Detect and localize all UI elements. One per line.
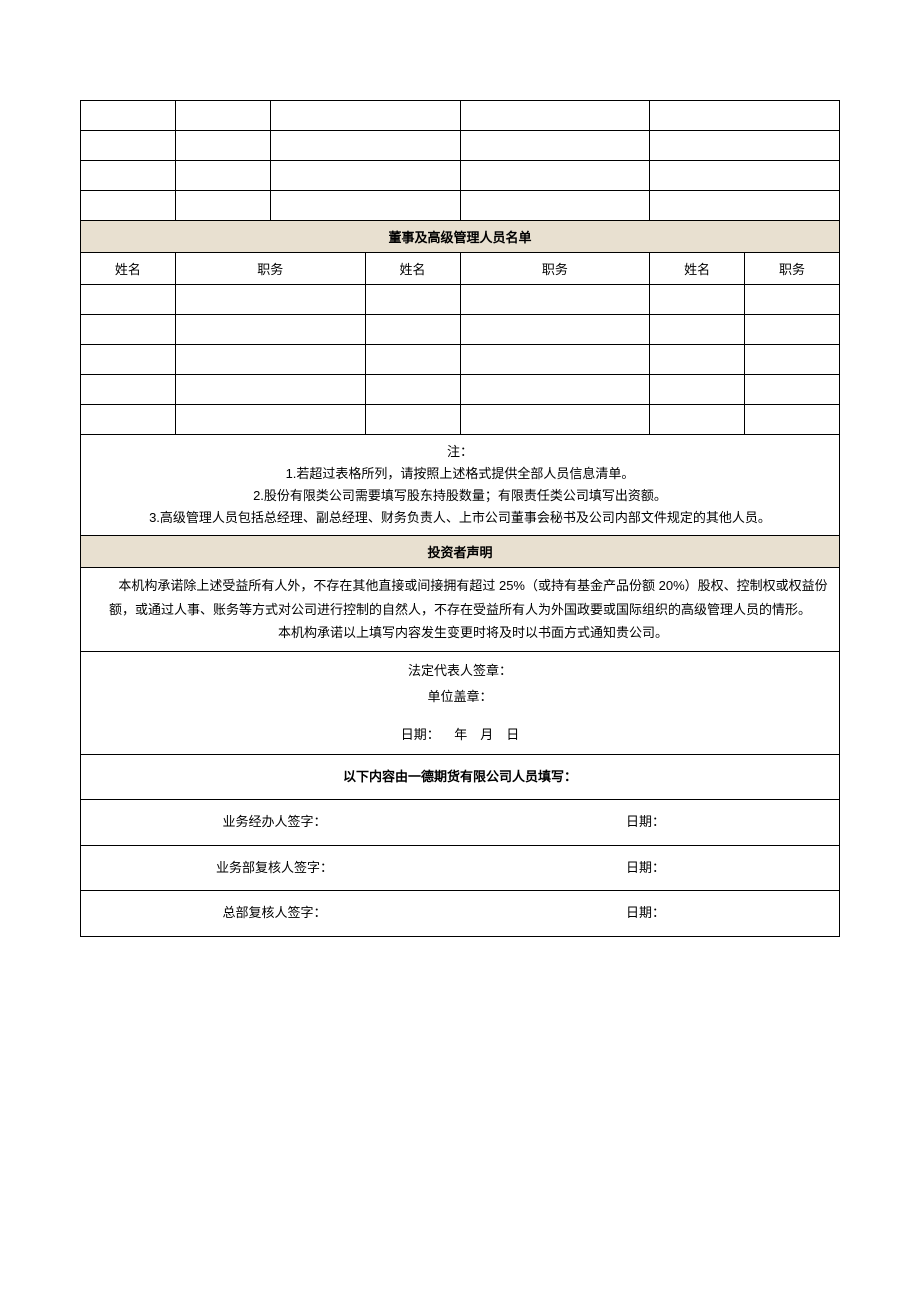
directors-title: 董事及高级管理人员名单 bbox=[81, 221, 840, 253]
directors-section-header: 董事及高级管理人员名单 bbox=[81, 221, 840, 253]
declaration-title: 投资者声明 bbox=[81, 536, 840, 568]
footer-hq-date: 日期： bbox=[460, 897, 831, 930]
blank-row-2 bbox=[81, 131, 840, 161]
blank-row-1 bbox=[81, 101, 840, 131]
declaration-section-header: 投资者声明 bbox=[81, 536, 840, 568]
footer-handler-label: 业务经办人签字： bbox=[89, 806, 460, 839]
footer-heading-row: 以下内容由一德期货有限公司人员填写： bbox=[81, 754, 840, 800]
notes-n1: 1.若超过表格所列，请按照上述格式提供全部人员信息清单。 bbox=[89, 463, 831, 485]
signature-row-2: 日期： 年 月 日 bbox=[81, 716, 840, 755]
footer-dept-row: 业务部复核人签字： 日期： bbox=[81, 845, 840, 891]
declaration-p1: 本机构承诺除上述受益所有人外，不存在其他直接或间接拥有超过 25%（或持有基金产… bbox=[89, 574, 831, 621]
directors-header-row: 姓名 职务 姓名 职务 姓名 职务 bbox=[81, 253, 840, 285]
blank-row-4 bbox=[81, 191, 840, 221]
declaration-p2: 本机构承诺以上填写内容发生变更时将及时以书面方式通知贵公司。 bbox=[89, 621, 831, 644]
dir-header-pos-1: 职务 bbox=[175, 253, 365, 285]
dir-header-name-2: 姓名 bbox=[365, 253, 460, 285]
legal-rep-sign: 法定代表人签章： bbox=[89, 658, 831, 684]
footer-hq-row: 总部复核人签字： 日期： bbox=[81, 891, 840, 937]
signature-row-1: 法定代表人签章： 单位盖章： bbox=[81, 651, 840, 716]
footer-handler-date: 日期： bbox=[460, 806, 831, 839]
notes-label: 注： bbox=[89, 441, 831, 463]
dir-row-1 bbox=[81, 285, 840, 315]
notes-n3: 3.高级管理人员包括总经理、副总经理、财务负责人、上市公司董事会秘书及公司内部文… bbox=[89, 507, 831, 529]
dir-row-5 bbox=[81, 405, 840, 435]
seal-sign: 单位盖章： bbox=[89, 684, 831, 710]
footer-handler-row: 业务经办人签字： 日期： bbox=[81, 800, 840, 846]
dir-header-pos-3: 职务 bbox=[745, 253, 840, 285]
dir-header-pos-2: 职务 bbox=[460, 253, 650, 285]
notes-n2: 2.股份有限类公司需要填写股东持股数量；有限责任类公司填写出资额。 bbox=[89, 485, 831, 507]
footer-heading: 以下内容由一德期货有限公司人员填写： bbox=[81, 754, 840, 800]
footer-hq-label: 总部复核人签字： bbox=[89, 897, 460, 930]
footer-dept-date: 日期： bbox=[460, 852, 831, 885]
dir-header-name-1: 姓名 bbox=[81, 253, 176, 285]
dir-row-3 bbox=[81, 345, 840, 375]
blank-row-3 bbox=[81, 161, 840, 191]
dir-row-4 bbox=[81, 375, 840, 405]
dir-row-2 bbox=[81, 315, 840, 345]
footer-dept-label: 业务部复核人签字： bbox=[89, 852, 460, 885]
date-label: 日期： bbox=[401, 727, 440, 742]
notes-row: 注： 1.若超过表格所列，请按照上述格式提供全部人员信息清单。 2.股份有限类公… bbox=[81, 435, 840, 536]
date-value: 年 月 日 bbox=[454, 727, 519, 742]
dir-header-name-3: 姓名 bbox=[650, 253, 745, 285]
form-table: 董事及高级管理人员名单 姓名 职务 姓名 职务 姓名 职务 注： 1.若超过表格… bbox=[80, 100, 840, 937]
declaration-row: 本机构承诺除上述受益所有人外，不存在其他直接或间接拥有超过 25%（或持有基金产… bbox=[81, 568, 840, 651]
